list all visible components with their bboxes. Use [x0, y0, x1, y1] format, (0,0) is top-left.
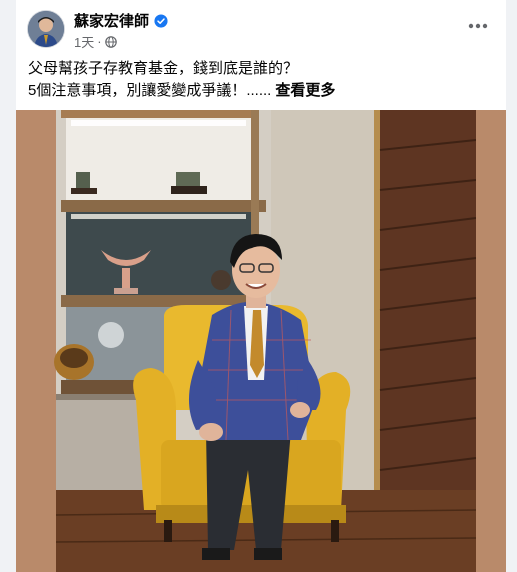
post-text: 父母幫孩子存教育基金，錢到底是誰的？ 5個注意事項，別讓愛變成爭議！......… [28, 58, 494, 102]
see-more-link[interactable]: 查看更多 [275, 82, 335, 99]
post-header: 蘇家宏律師 1天 · [16, 0, 506, 52]
post-text-line1: 父母幫孩子存教育基金，錢到底是誰的？ [28, 60, 299, 77]
verified-badge-icon [154, 13, 168, 28]
post-text-line2-body: 5個注意事項，別讓愛變成爭議！...... [28, 82, 272, 99]
author-name[interactable]: 蘇家宏律師 [74, 10, 149, 31]
more-options-icon[interactable] [462, 14, 494, 38]
post-time[interactable]: 1天 [74, 32, 94, 51]
globe-icon [104, 35, 117, 48]
author-name-row: 蘇家宏律師 [74, 10, 168, 31]
author-avatar[interactable] [28, 11, 64, 47]
meta-separator: · [97, 34, 102, 49]
post-meta: 1天 · [74, 32, 117, 51]
post-photo[interactable] [16, 110, 506, 572]
post-card: 蘇家宏律師 1天 · 父母幫孩子存教育基金，錢到底是誰的？ 5個注意事項，別讓愛… [16, 0, 506, 572]
post-text-line2: 5個注意事項，別讓愛變成爭議！...... 查看更多 [28, 80, 494, 102]
